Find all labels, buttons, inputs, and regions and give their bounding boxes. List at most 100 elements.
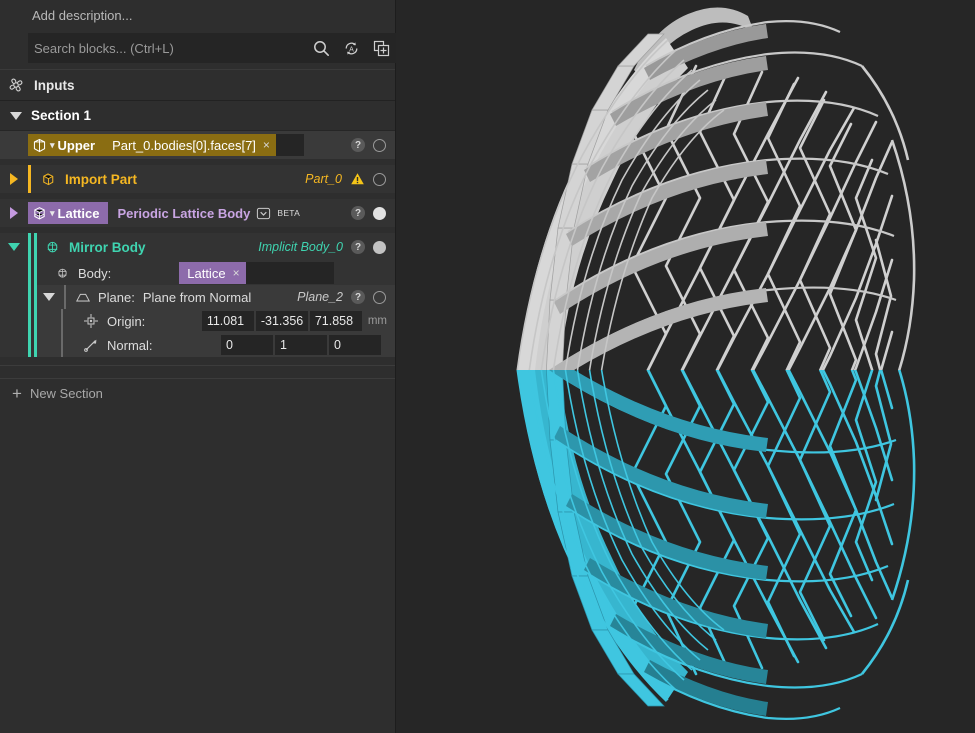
new-section-label: New Section	[29, 386, 103, 401]
collapse-mirror-body[interactable]	[0, 243, 28, 251]
lattice-upper-half	[516, 7, 916, 370]
lattice-lower-half	[516, 370, 916, 720]
mirror-body-body-row[interactable]: Body: Lattice ×	[0, 261, 395, 285]
face-reference-pill[interactable]: Part_0.bodies[0].faces[7] ×	[104, 134, 276, 156]
collapse-triangle-icon[interactable]	[43, 293, 55, 301]
import-part-accent-bar	[28, 165, 31, 193]
block-row-import-part[interactable]: Import Part Part_0	[0, 165, 395, 193]
beta-badge: BETA	[277, 208, 301, 218]
mirror-body-label: Mirror Body	[69, 239, 146, 255]
remove-reference-icon[interactable]: ×	[233, 266, 240, 280]
mirror-body-accent-bar-1	[28, 233, 31, 261]
group-rail-2	[34, 261, 37, 285]
visibility-toggle[interactable]	[373, 240, 386, 254]
visibility-toggle[interactable]	[373, 138, 386, 152]
plane-field-label: Plane:	[98, 289, 135, 305]
add-block-icon[interactable]	[366, 33, 396, 63]
group-rail	[28, 285, 31, 309]
chevron-down-icon[interactable]: ▾	[50, 140, 55, 151]
plane-indent-rail	[61, 333, 63, 357]
import-part-output-name: Part_0	[305, 172, 342, 186]
plane-indent-rail	[64, 285, 66, 309]
auto-update-icon[interactable]: A	[336, 33, 366, 63]
remove-reference-icon[interactable]: ×	[263, 138, 270, 152]
warning-icon[interactable]	[350, 172, 365, 186]
group-rail	[28, 261, 31, 285]
plane-output-name: Plane_2	[297, 290, 343, 304]
visibility-toggle[interactable]	[373, 172, 386, 186]
visibility-toggle[interactable]	[373, 290, 386, 304]
lattice-chip[interactable]: ▾ Lattice	[28, 202, 109, 224]
origin-y-input[interactable]: -31.356	[255, 311, 308, 331]
normal-z-input[interactable]: 0	[329, 335, 381, 355]
lattice-cube-icon	[32, 206, 47, 221]
normal-arrow-icon	[83, 337, 99, 353]
search-bar[interactable]: Search blocks... (Ctrl+L) A	[28, 33, 396, 63]
upper-chip-label: Upper	[57, 137, 96, 153]
collapse-triangle-icon[interactable]	[8, 243, 20, 251]
cube-icon	[32, 138, 47, 153]
lattice-type-dropdown-icon[interactable]	[256, 206, 271, 221]
lattice-reference-pill[interactable]: Lattice ×	[179, 262, 246, 284]
divider	[0, 365, 395, 366]
block-row-upper[interactable]: ▾ Upper Part_0.bodies[0].faces[7] × ?	[0, 131, 395, 159]
svg-text:A: A	[349, 46, 354, 53]
expand-triangle-icon[interactable]	[10, 173, 18, 185]
inputs-label: Inputs	[34, 77, 75, 93]
plane-origin-row[interactable]: Origin: 11.081 -31.356 71.858 mm	[0, 309, 395, 333]
plane-row-actions: Plane_2 ?	[297, 290, 395, 304]
search-input[interactable]: Search blocks... (Ctrl+L)	[34, 41, 306, 56]
description-placeholder: Add description...	[32, 7, 133, 23]
import-part-label: Import Part	[65, 171, 138, 187]
upper-value-field[interactable]: Part_0.bodies[0].faces[7] ×	[104, 134, 305, 156]
expand-lattice[interactable]	[0, 207, 28, 219]
help-icon[interactable]: ?	[351, 240, 365, 254]
section-1-header[interactable]: Section 1	[0, 101, 395, 131]
mirror-body-plane-row[interactable]: Plane: Plane from Normal Plane_2 ?	[0, 285, 395, 309]
application-window: Add description... Search blocks... (Ctr…	[0, 0, 975, 733]
plus-icon: +	[12, 384, 22, 403]
block-row-mirror-body[interactable]: Mirror Body Implicit Body_0 ?	[0, 233, 395, 261]
visibility-toggle[interactable]	[373, 206, 386, 220]
help-icon[interactable]: ?	[351, 206, 365, 220]
lattice-chip-label: Lattice	[57, 205, 100, 221]
mirror-body-row-actions: Implicit Body_0 ?	[258, 240, 395, 254]
section-1-label: Section 1	[31, 108, 92, 123]
group-rail	[28, 309, 31, 333]
plane-subblock[interactable]: Plane: Plane from Normal Plane_2 ?	[37, 285, 395, 309]
inputs-section-header[interactable]: Inputs	[0, 69, 395, 101]
plane-normal-row[interactable]: Normal: 0 1 0	[0, 333, 395, 357]
new-section-button[interactable]: + New Section	[0, 378, 395, 408]
expand-triangle-icon[interactable]	[10, 207, 18, 219]
origin-unit-label: mm	[367, 315, 387, 327]
body-value-field[interactable]: Lattice ×	[179, 262, 335, 284]
normal-y-input[interactable]: 1	[275, 335, 327, 355]
description-row[interactable]: Add description...	[0, 0, 395, 30]
origin-x-input[interactable]: 11.081	[201, 311, 254, 331]
3d-viewport[interactable]	[396, 0, 975, 733]
origin-subrow: Origin: 11.081 -31.356 71.858 mm	[37, 309, 395, 333]
lattice-model	[516, 7, 916, 720]
chevron-down-icon[interactable]: ▾	[50, 208, 55, 219]
help-icon[interactable]: ?	[351, 138, 365, 152]
group-rail	[28, 333, 31, 357]
upper-chip[interactable]: ▾ Upper	[28, 134, 105, 156]
normal-x-input[interactable]: 0	[221, 335, 273, 355]
block-row-lattice[interactable]: ▾ Lattice Periodic Lattice Body BETA ?	[0, 199, 395, 227]
body-field-label: Body:	[78, 265, 112, 281]
collapse-triangle-icon[interactable]	[10, 111, 22, 120]
expand-import-part[interactable]	[0, 173, 28, 185]
mirror-body-icon	[55, 266, 70, 281]
plane-value[interactable]: Plane from Normal	[143, 290, 251, 305]
origin-z-input[interactable]: 71.858	[309, 311, 362, 331]
mirror-body-accent-bar-2	[34, 233, 37, 261]
help-icon[interactable]: ?	[351, 290, 365, 304]
search-icon[interactable]	[306, 33, 336, 63]
origin-label: Origin:	[107, 313, 146, 329]
import-part-icon	[40, 171, 57, 188]
normal-label: Normal:	[107, 337, 153, 353]
lattice-reference-text: Lattice	[187, 265, 226, 281]
plane-indent-rail	[61, 309, 63, 333]
origin-point-icon	[83, 313, 99, 329]
lattice-row-actions: ?	[351, 206, 395, 220]
